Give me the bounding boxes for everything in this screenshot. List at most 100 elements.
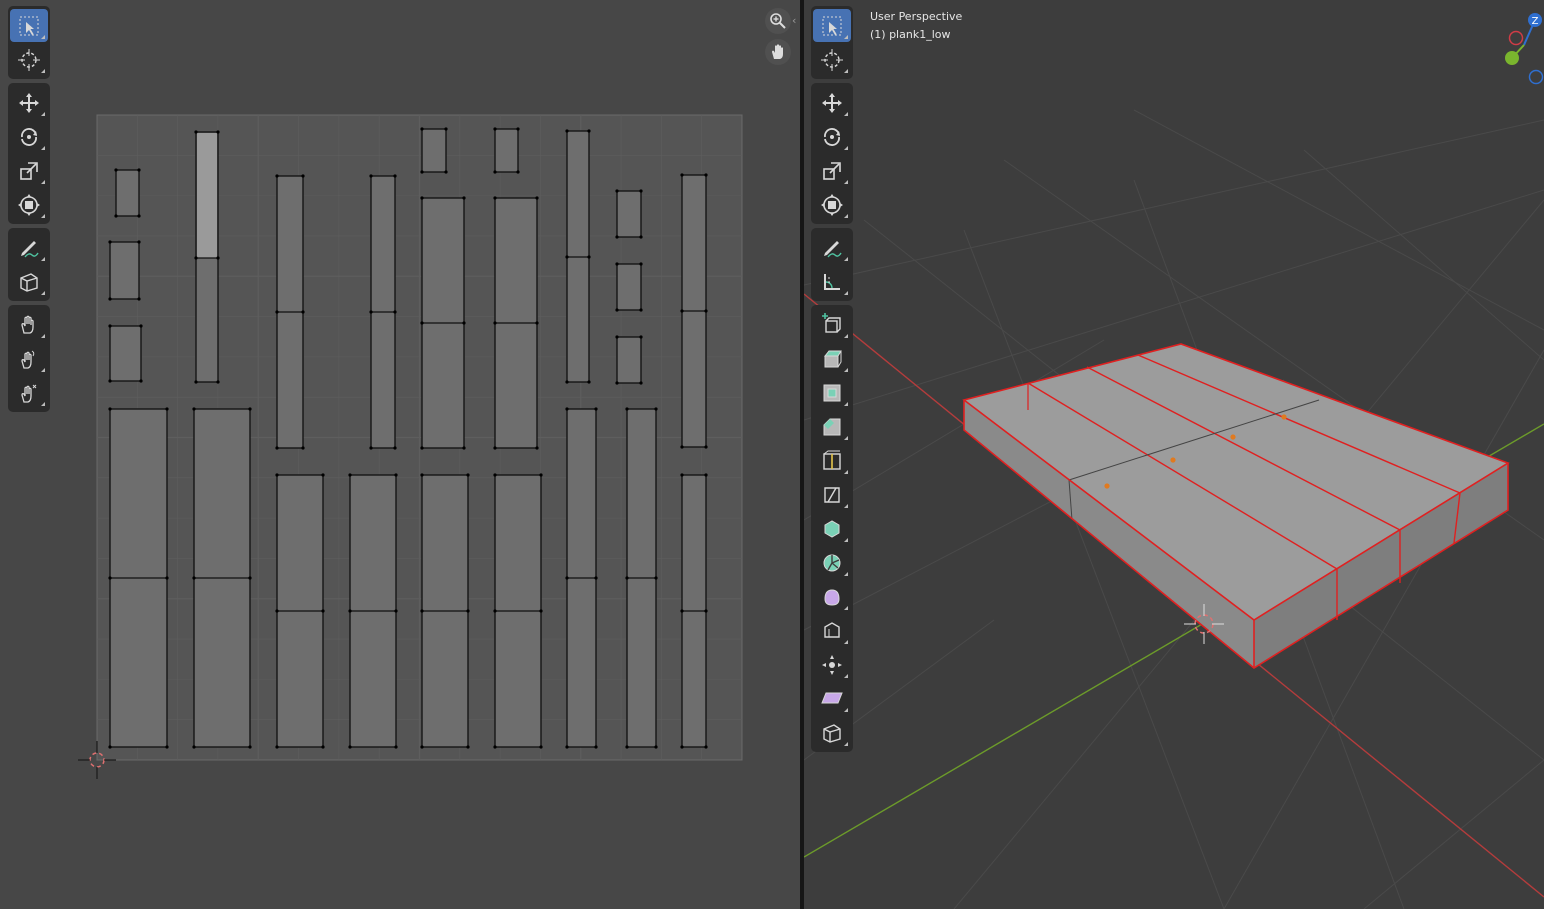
viewport-toolbar [811, 6, 853, 756]
uv-island[interactable] [493, 473, 543, 749]
uv-island[interactable] [420, 473, 470, 749]
smooth-icon [824, 588, 840, 606]
scale-icon [20, 161, 38, 180]
annotate-tool[interactable] [10, 231, 48, 264]
knife-icon [824, 486, 840, 503]
rip-region-tool[interactable] [10, 265, 48, 298]
object-origin-icon [1281, 414, 1287, 420]
select-box-tool[interactable] [10, 9, 48, 42]
submenu-corner-icon [844, 708, 848, 712]
scale-tool[interactable] [10, 154, 48, 187]
spin-icon [823, 554, 841, 571]
inset-icon [823, 384, 841, 401]
uv-island[interactable] [192, 407, 252, 749]
move-tool[interactable] [10, 86, 48, 119]
grab-hand-icon [21, 315, 34, 334]
rip-region-icon [20, 272, 38, 292]
uv-island[interactable] [275, 174, 305, 450]
poly-build-tool[interactable] [813, 512, 851, 545]
rotate-tool[interactable] [813, 120, 851, 153]
uv-island[interactable] [420, 127, 448, 174]
shrink-fatten-tool[interactable] [813, 648, 851, 681]
uv-island[interactable] [680, 473, 708, 749]
uv-island[interactable] [615, 335, 643, 385]
transform-tool[interactable] [813, 188, 851, 221]
cursor-tool[interactable] [10, 43, 48, 76]
rotate-tool[interactable] [10, 120, 48, 153]
gizmo-neg-z-icon[interactable] [1528, 69, 1544, 85]
uv-island[interactable] [680, 173, 708, 449]
uv-island[interactable] [615, 262, 643, 312]
select-box-icon [822, 16, 842, 35]
3d-viewport[interactable]: Z User Perspective (1) plank1_low [804, 0, 1544, 909]
annotate-icon [21, 240, 39, 257]
uv-canvas[interactable] [0, 0, 800, 909]
uv-island[interactable] [348, 473, 398, 749]
annotate-icon [824, 240, 842, 257]
edge-slide-tool[interactable] [813, 614, 851, 647]
move-tool[interactable] [813, 86, 851, 119]
rip-region-tool[interactable] [813, 716, 851, 749]
scale-tool[interactable] [813, 154, 851, 187]
zoom-button[interactable] [765, 8, 791, 34]
inset-tool[interactable] [813, 376, 851, 409]
uv-island[interactable] [194, 130, 220, 384]
gizmo-z-label: Z [1532, 16, 1539, 27]
transform-tool[interactable] [10, 188, 48, 221]
hand-icon [772, 44, 783, 59]
select-box-icon [19, 16, 39, 35]
relax-tool[interactable] [10, 342, 48, 375]
submenu-corner-icon [41, 334, 45, 338]
submenu-corner-icon [844, 572, 848, 576]
plank-mesh[interactable] [962, 343, 1510, 669]
select-box-tool[interactable] [813, 9, 851, 42]
uv-island[interactable] [108, 240, 141, 301]
knife-tool[interactable] [813, 478, 851, 511]
uv-island[interactable] [615, 189, 643, 239]
navigation-gizmo[interactable]: Z [1505, 13, 1544, 85]
tool-group [811, 6, 853, 79]
submenu-corner-icon [844, 112, 848, 116]
edge-slide-icon [824, 621, 840, 638]
uv-island[interactable] [565, 407, 598, 749]
submenu-corner-icon [844, 35, 848, 39]
measure-tool[interactable] [813, 265, 851, 298]
cursor-tool[interactable] [813, 43, 851, 76]
pan-button[interactable] [765, 39, 791, 65]
uv-island[interactable] [565, 129, 591, 384]
tool-group [8, 83, 50, 224]
grab-tool[interactable] [10, 308, 48, 341]
add-cube-tool[interactable] [813, 308, 851, 341]
shear-tool[interactable] [813, 682, 851, 715]
uv-island[interactable] [275, 473, 325, 749]
uv-island[interactable] [493, 196, 539, 450]
gizmo-neg-x-icon[interactable] [1508, 30, 1524, 46]
uv-island[interactable] [108, 324, 143, 383]
uv-island[interactable] [369, 174, 397, 450]
transform-icon [18, 193, 40, 216]
pinch-icon [21, 384, 37, 403]
shear-icon [821, 692, 843, 703]
uv-island[interactable] [625, 407, 658, 749]
pinch-tool[interactable] [10, 376, 48, 409]
submenu-corner-icon [844, 334, 848, 338]
submenu-corner-icon [844, 69, 848, 73]
uv-island[interactable] [108, 407, 169, 749]
uv-island[interactable] [493, 127, 520, 174]
spin-tool[interactable] [813, 546, 851, 579]
annotate-tool[interactable] [813, 231, 851, 264]
viewport-canvas[interactable]: Z [804, 0, 1544, 909]
uv-editor[interactable]: ‹ [0, 0, 800, 909]
uv-island[interactable] [114, 168, 141, 218]
submenu-corner-icon [844, 402, 848, 406]
submenu-corner-icon [844, 368, 848, 372]
extrude-tool[interactable] [813, 342, 851, 375]
collapse-arrow-icon[interactable]: ‹ [792, 14, 796, 27]
view-name: User Perspective [870, 10, 963, 23]
bevel-tool[interactable] [813, 410, 851, 443]
loop-cut-tool[interactable] [813, 444, 851, 477]
gizmo-y-icon[interactable] [1505, 51, 1519, 65]
submenu-corner-icon [41, 257, 45, 261]
uv-island[interactable] [420, 196, 466, 450]
smooth-tool[interactable] [813, 580, 851, 613]
